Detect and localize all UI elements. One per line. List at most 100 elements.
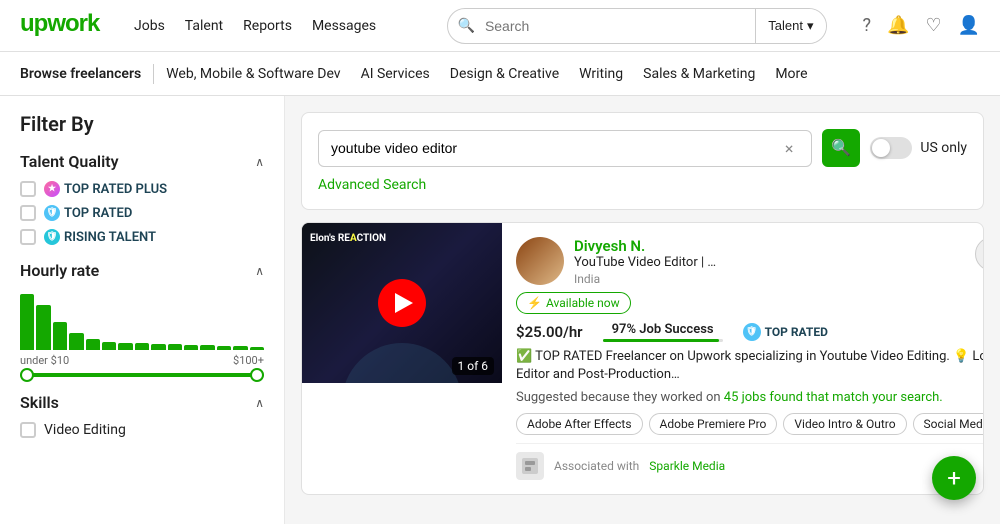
- chart-bar: [250, 347, 264, 350]
- slider-thumb-right[interactable]: [250, 368, 264, 382]
- top-rated-badge: 🛡 TOP RATED: [44, 205, 132, 221]
- help-icon[interactable]: ?: [863, 15, 872, 36]
- logo[interactable]: upwork: [20, 9, 110, 43]
- lightning-icon: ⚡: [527, 296, 542, 310]
- subnav-sales[interactable]: Sales & Marketing: [643, 66, 755, 82]
- slider-fill: [20, 373, 264, 377]
- top-rated-badge: 🛡 TOP RATED: [743, 323, 828, 341]
- chart-labels: under $10 $100+: [20, 354, 264, 367]
- search-category-button[interactable]: Talent ▾: [755, 9, 825, 43]
- tag-social-media[interactable]: Social Media Video: [913, 413, 984, 435]
- top-rated-plus-icon: ★: [44, 181, 60, 197]
- global-search-bar: 🔍 Talent ▾: [447, 8, 827, 44]
- notifications-icon[interactable]: 🔔: [887, 15, 909, 36]
- tag-video-intro[interactable]: Video Intro & Outro: [783, 413, 906, 435]
- top-rated-icon: 🛡: [44, 205, 60, 221]
- freelancer-name[interactable]: Divyesh N.: [574, 237, 716, 255]
- top-rated-plus-checkbox[interactable]: [20, 181, 36, 197]
- filter-top-rated[interactable]: 🛡 TOP RATED: [20, 205, 264, 221]
- svg-text:upwork: upwork: [20, 10, 101, 37]
- video-editing-checkbox[interactable]: [20, 422, 36, 438]
- skills-header[interactable]: Skills ∧: [20, 393, 264, 412]
- nav-jobs[interactable]: Jobs: [134, 18, 165, 34]
- available-now-badge[interactable]: ⚡ Available now: [516, 292, 631, 314]
- freelancer-title: YouTube Video Editor | …: [574, 255, 716, 270]
- main-nav: Jobs Talent Reports Messages: [134, 18, 376, 34]
- chart-bar: [168, 344, 182, 350]
- filter-top-rated-plus[interactable]: ★ TOP RATED PLUS: [20, 181, 264, 197]
- search-submit-button[interactable]: 🔍: [822, 129, 860, 167]
- wishlist-icon[interactable]: ♡: [925, 15, 941, 36]
- subnav-divider: [153, 64, 154, 84]
- browse-freelancers-label: Browse freelancers: [20, 66, 141, 82]
- save-freelancer-button[interactable]: ♡: [975, 237, 984, 271]
- subnav-writing[interactable]: Writing: [579, 66, 623, 82]
- chart-bar: [53, 322, 67, 350]
- skill-label: Video Editing: [44, 422, 126, 438]
- slider-thumb-left[interactable]: [20, 368, 34, 382]
- advanced-search-link[interactable]: Advanced Search: [318, 177, 426, 193]
- nav-messages[interactable]: Messages: [312, 18, 376, 34]
- card-video-thumbnail[interactable]: Elon's REACTION 1 of 6: [302, 223, 502, 383]
- profile-icon[interactable]: 👤: [958, 15, 980, 36]
- chart-bar: [233, 346, 247, 350]
- search-icon: 🔍: [448, 18, 485, 34]
- job-success-label: 97% Job Success: [612, 322, 714, 337]
- company-logo: [516, 452, 544, 480]
- subnav-links: Web, Mobile & Software Dev AI Services D…: [166, 66, 807, 82]
- subnav-web[interactable]: Web, Mobile & Software Dev: [166, 66, 340, 82]
- freelancer-card: Elon's REACTION 1 of 6: [301, 222, 984, 495]
- tag-premiere-pro[interactable]: Adobe Premiere Pro: [649, 413, 778, 435]
- video-elon-text: Elon's REACTION: [310, 233, 386, 244]
- us-only-switch[interactable]: [870, 137, 912, 159]
- global-search-input[interactable]: [485, 18, 755, 34]
- hourly-rate-slider[interactable]: [20, 373, 264, 377]
- chart-bar: [36, 305, 50, 350]
- filter-sidebar: Filter By Talent Quality ∧ ★ TOP RATED P…: [0, 96, 285, 524]
- top-rated-plus-badge: ★ TOP RATED PLUS: [44, 181, 167, 197]
- subnav-ai[interactable]: AI Services: [361, 66, 430, 82]
- associated-with: Associated with Sparkle Media $30k+ earn…: [516, 443, 984, 480]
- nav-reports[interactable]: Reports: [243, 18, 292, 34]
- freelancer-details: Divyesh N. YouTube Video Editor | … Indi…: [574, 237, 716, 286]
- header: upwork Jobs Talent Reports Messages 🔍 Ta…: [0, 0, 1000, 52]
- us-only-label: US only: [920, 140, 967, 156]
- talent-quality-section: Talent Quality ∧ ★ TOP RATED PLUS 🛡 TOP …: [20, 152, 264, 245]
- chart-min-label: under $10: [20, 354, 69, 367]
- associated-label: Associated with: [554, 459, 639, 473]
- card-inner: Elon's REACTION 1 of 6: [302, 223, 983, 494]
- us-only-toggle[interactable]: US only: [870, 137, 967, 159]
- company-name[interactable]: Sparkle Media: [649, 459, 725, 473]
- hourly-rate-chevron: ∧: [255, 264, 264, 278]
- job-success-fill: [603, 339, 719, 342]
- avatar-image: [516, 237, 564, 285]
- content-area: × 🔍 US only Advanced Search Elon's REACT…: [285, 96, 1000, 524]
- chart-bar: [200, 345, 214, 350]
- skill-video-editing[interactable]: Video Editing: [20, 422, 264, 438]
- filter-rising-talent[interactable]: 🛡 RISING TALENT: [20, 229, 264, 245]
- chart-max-label: $100+: [233, 354, 264, 367]
- chart-bar: [151, 344, 165, 350]
- hourly-rate-header[interactable]: Hourly rate ∧: [20, 261, 264, 280]
- subnav-more[interactable]: More: [775, 66, 807, 82]
- page-count: 1 of 6: [452, 357, 494, 375]
- suggested-text: Suggested because they worked on 45 jobs…: [516, 390, 984, 405]
- chart-bar: [20, 294, 34, 350]
- talent-quality-header[interactable]: Talent Quality ∧: [20, 152, 264, 171]
- freelancer-search-field[interactable]: ×: [318, 130, 812, 167]
- skills-title: Skills: [20, 393, 59, 412]
- top-rated-checkbox[interactable]: [20, 205, 36, 221]
- freelancer-info: Divyesh N. YouTube Video Editor | … Indi…: [516, 237, 716, 286]
- subnav: Browse freelancers Web, Mobile & Softwar…: [0, 52, 1000, 96]
- main-layout: Filter By Talent Quality ∧ ★ TOP RATED P…: [0, 96, 1000, 524]
- suggested-link[interactable]: 45 jobs found that match your search.: [724, 390, 943, 405]
- chart-bar: [69, 333, 83, 350]
- nav-talent[interactable]: Talent: [185, 18, 223, 34]
- video-play-button[interactable]: [378, 279, 426, 327]
- tag-after-effects[interactable]: Adobe After Effects: [516, 413, 643, 435]
- clear-search-button[interactable]: ×: [785, 139, 794, 158]
- freelancer-search-input[interactable]: [331, 140, 785, 156]
- rising-talent-checkbox[interactable]: [20, 229, 36, 245]
- subnav-design[interactable]: Design & Creative: [450, 66, 559, 82]
- fab-button[interactable]: +: [932, 456, 976, 500]
